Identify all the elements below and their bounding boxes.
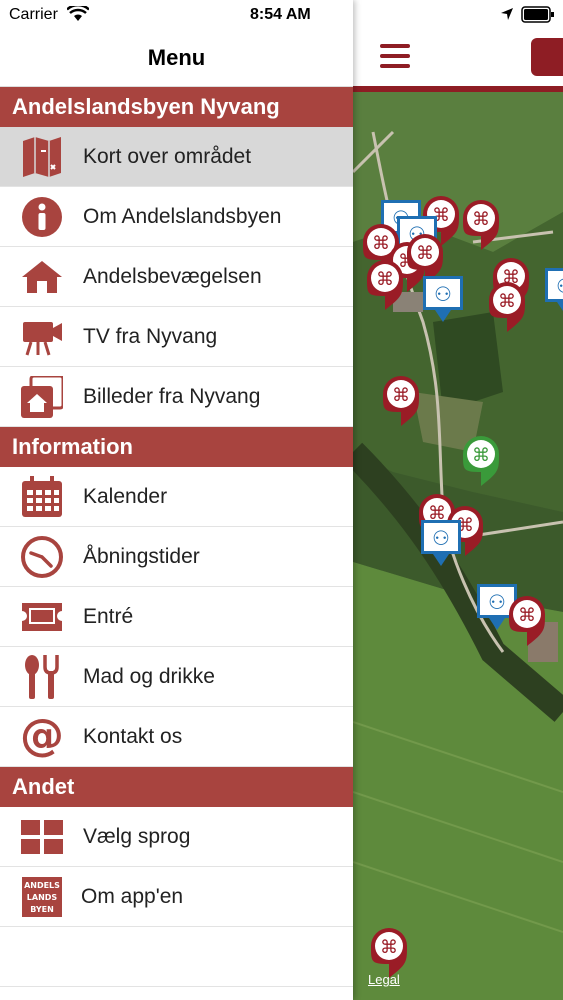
- menu-item-label: Om app'en: [81, 884, 184, 908]
- video-camera-icon: [20, 315, 64, 359]
- menu-item-kontakt[interactable]: @ Kontakt os: [0, 707, 353, 767]
- menu-item-label: Entré: [83, 604, 134, 628]
- language-grid-icon: [20, 815, 64, 859]
- section-header-andelslandsbyen: Andelslandsbyen Nyvang: [0, 87, 353, 127]
- side-menu: Carrier 8:54 AM Menu Andelslandsbyen Nyv…: [0, 0, 353, 1000]
- menu-item-kort[interactable]: Kort over området: [0, 127, 353, 187]
- menu-empty-row: [0, 927, 353, 987]
- wifi-icon: [67, 6, 89, 22]
- status-bar: Carrier 8:54 AM: [0, 0, 353, 30]
- clock-time: 8:54 AM: [250, 6, 311, 23]
- svg-text:BYEN: BYEN: [30, 905, 54, 914]
- menu-item-tv[interactable]: TV fra Nyvang: [0, 307, 353, 367]
- svg-text:@: @: [21, 716, 63, 758]
- menu-item-label: TV fra Nyvang: [83, 324, 218, 348]
- svg-text:⌘: ⌘: [472, 445, 490, 466]
- menu-item-om-appen[interactable]: ANDELS LANDS BYEN Om app'en: [0, 867, 353, 927]
- photo-gallery-icon: [20, 375, 64, 419]
- menu-item-mad-og-drikke[interactable]: Mad og drikke: [0, 647, 353, 707]
- menu-item-om-andelslandsbyen[interactable]: Om Andelslandsbyen: [0, 187, 353, 247]
- info-icon: [20, 195, 64, 239]
- map-panel[interactable]: ⌘ ⚇ ⌘ Legal: [353, 0, 563, 1000]
- menu-item-vaelg-sprog[interactable]: Vælg sprog: [0, 807, 353, 867]
- menu-title: Menu: [0, 30, 353, 87]
- menu-item-label: Åbningstider: [83, 544, 200, 568]
- menu-item-entre[interactable]: Entré: [0, 587, 353, 647]
- svg-text:ANDELS: ANDELS: [24, 881, 60, 890]
- menu-item-andelsbevaegelsen[interactable]: Andelsbevægelsen: [0, 247, 353, 307]
- menu-item-billeder[interactable]: Billeder fra Nyvang: [0, 367, 353, 427]
- section-header-andet: Andet: [0, 767, 353, 807]
- svg-text:LANDS: LANDS: [27, 893, 58, 902]
- menu-item-label: Om Andelslandsbyen: [83, 204, 282, 228]
- section-header-information: Information: [0, 427, 353, 467]
- menu-item-label: Billeder fra Nyvang: [83, 384, 261, 408]
- menu-item-aabningstider[interactable]: Åbningstider: [0, 527, 353, 587]
- map-markers: ⌘ ⚇ ⌘: [363, 196, 563, 978]
- menu-item-kalender[interactable]: Kalender: [0, 467, 353, 527]
- app-logo-icon: ANDELS LANDS BYEN: [20, 875, 64, 919]
- menu-item-label: Vælg sprog: [83, 824, 191, 848]
- map-legal-link[interactable]: Legal: [368, 972, 400, 987]
- map-icon: [20, 135, 64, 179]
- house-icon: [20, 255, 64, 299]
- ticket-icon: [20, 595, 64, 639]
- menu-item-label: Kalender: [83, 484, 168, 508]
- carrier-label: Carrier: [9, 6, 58, 23]
- clock-icon: [20, 535, 64, 579]
- menu-item-label: Andelsbevægelsen: [83, 264, 262, 288]
- menu-item-label: Mad og drikke: [83, 664, 215, 688]
- at-icon: @: [20, 715, 64, 759]
- food-icon: [20, 654, 64, 699]
- menu-item-label: Kontakt os: [83, 724, 183, 748]
- menu-item-label: Kort over området: [83, 144, 252, 168]
- calendar-icon: [20, 475, 64, 519]
